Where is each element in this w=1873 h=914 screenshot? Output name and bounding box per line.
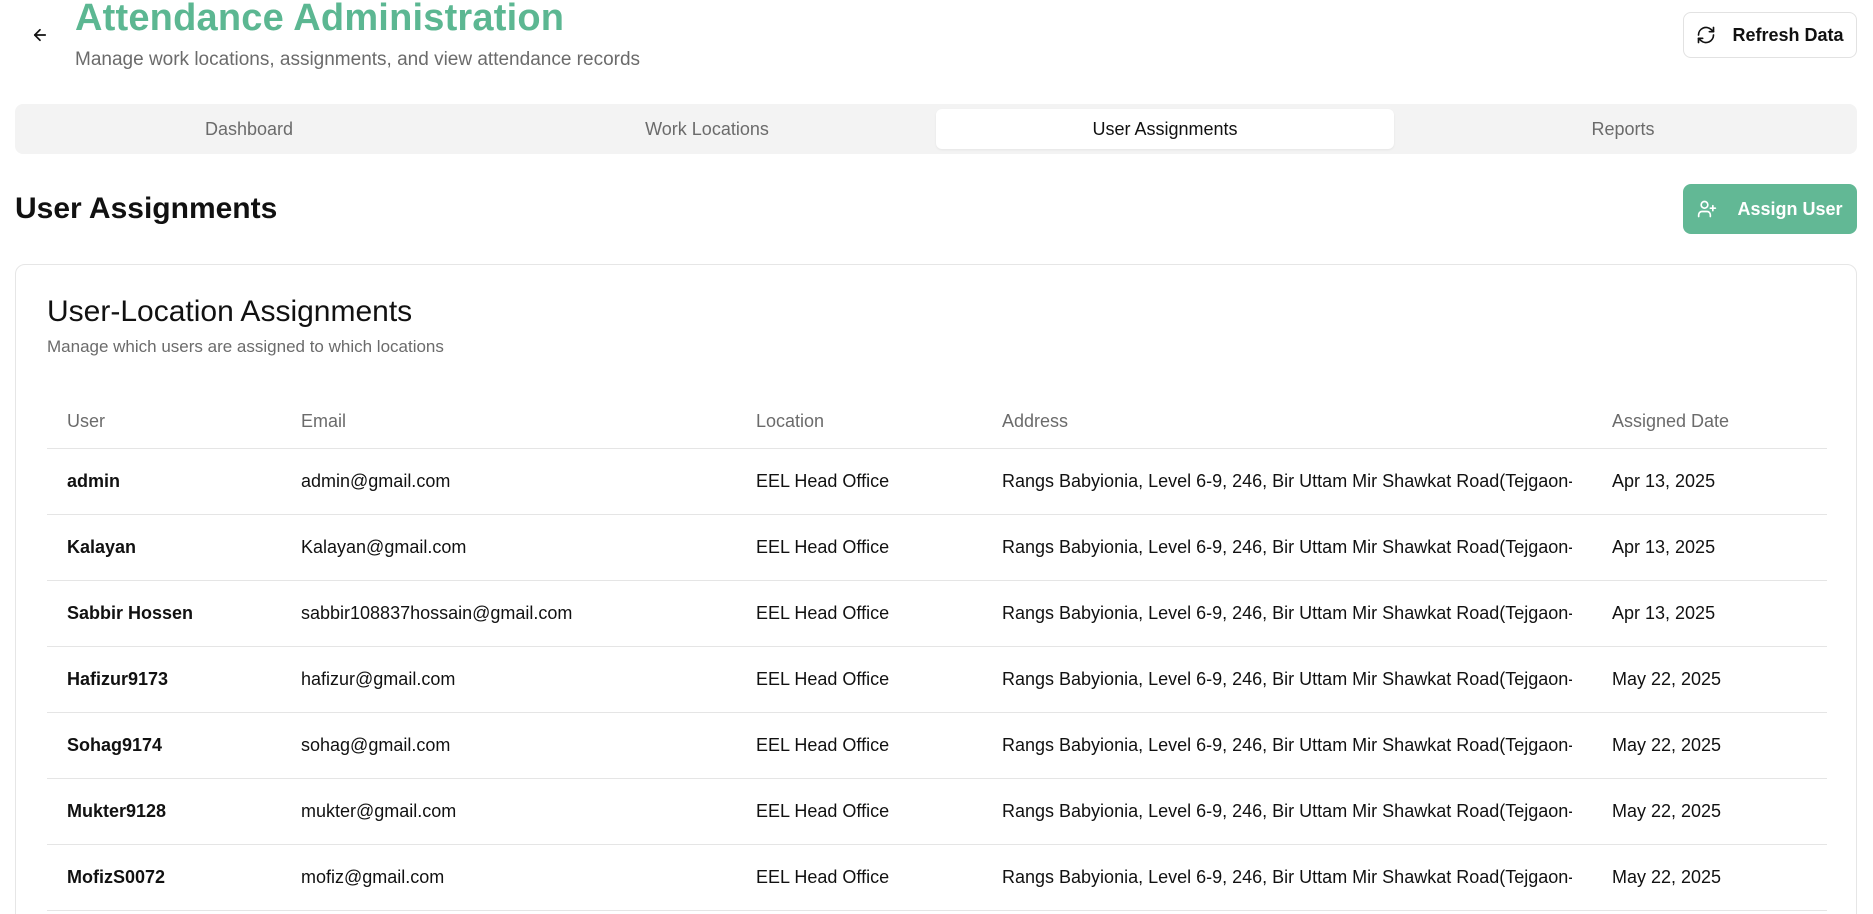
back-button[interactable] <box>25 20 55 50</box>
address-cell: Rangs Babyionia, Level 6-9, 246, Bir Utt… <box>1002 867 1572 887</box>
user-cell: Sohag9174 <box>67 735 163 755</box>
email-cell: mofiz@gmail.com <box>301 867 445 887</box>
table-row[interactable]: Hafizur9173 hafizur@gmail.com EEL Head O… <box>47 647 1827 713</box>
email-cell: sohag@gmail.com <box>301 735 451 755</box>
assigned-date-cell: Apr 13, 2025 <box>1612 537 1716 557</box>
email-cell: Kalayan@gmail.com <box>301 537 467 557</box>
page-subtitle: Manage work locations, assignments, and … <box>75 49 641 70</box>
assigned-date-cell: May 22, 2025 <box>1612 801 1722 821</box>
location-cell: EEL Head Office <box>756 867 890 887</box>
refresh-data-button[interactable]: Refresh Data <box>1683 12 1857 58</box>
user-cell: Mukter9128 <box>67 801 167 821</box>
email-cell: mukter@gmail.com <box>301 801 457 821</box>
user-plus-icon <box>1697 199 1717 219</box>
table-header-row: User Email Location Address Assigned Dat… <box>47 395 1827 449</box>
assigned-date-cell: May 22, 2025 <box>1612 735 1722 755</box>
user-cell: Kalayan <box>67 537 137 557</box>
refresh-data-label: Refresh Data <box>1732 24 1844 45</box>
address-cell: Rangs Babyionia, Level 6-9, 246, Bir Utt… <box>1002 603 1572 623</box>
column-header-address: Address <box>1002 411 1069 431</box>
column-header-user: User <box>67 411 106 431</box>
table-row[interactable]: MofizS0072 mofiz@gmail.com EEL Head Offi… <box>47 845 1827 911</box>
address-cell: Rangs Babyionia, Level 6-9, 246, Bir Utt… <box>1002 801 1572 821</box>
address-cell: Rangs Babyionia, Level 6-9, 246, Bir Utt… <box>1002 735 1572 755</box>
location-cell: EEL Head Office <box>756 735 890 755</box>
location-cell: EEL Head Office <box>756 537 890 557</box>
table-row[interactable]: Sohag9174 sohag@gmail.com EEL Head Offic… <box>47 713 1827 779</box>
tab-reports[interactable]: Reports <box>1394 109 1852 149</box>
email-cell: sabbir108837hossain@gmail.com <box>301 603 573 623</box>
refresh-icon <box>1696 25 1716 45</box>
column-header-assigned-date: Assigned Date <box>1612 411 1730 431</box>
location-cell: EEL Head Office <box>756 801 890 821</box>
tab-bar: Dashboard Work Locations User Assignment… <box>15 104 1857 154</box>
address-cell: Rangs Babyionia, Level 6-9, 246, Bir Utt… <box>1002 471 1572 491</box>
card-subtitle: Manage which users are assigned to which… <box>47 337 444 356</box>
address-cell: Rangs Babyionia, Level 6-9, 246, Bir Utt… <box>1002 669 1572 689</box>
address-cell: Rangs Babyionia, Level 6-9, 246, Bir Utt… <box>1002 537 1572 557</box>
assigned-date-cell: Apr 13, 2025 <box>1612 471 1716 491</box>
column-header-email: Email <box>301 411 347 431</box>
user-cell: admin <box>67 471 121 491</box>
page-title: Attendance Administration <box>75 0 565 39</box>
card-title: User-Location Assignments <box>47 295 413 328</box>
table-row[interactable]: Kalayan Kalayan@gmail.com EEL Head Offic… <box>47 515 1827 581</box>
location-cell: EEL Head Office <box>756 669 890 689</box>
assigned-date-cell: Apr 13, 2025 <box>1612 603 1716 623</box>
assign-user-label: Assign User <box>1737 198 1843 219</box>
column-header-location: Location <box>756 411 825 431</box>
table-row[interactable]: Sabbir Hossen sabbir108837hossain@gmail.… <box>47 581 1827 647</box>
email-cell: admin@gmail.com <box>301 471 451 491</box>
user-cell: Hafizur9173 <box>67 669 169 689</box>
tab-work-locations[interactable]: Work Locations <box>478 109 936 149</box>
assigned-date-cell: May 22, 2025 <box>1612 669 1722 689</box>
assignments-table: User Email Location Address Assigned Dat… <box>47 395 1827 911</box>
section-title: User Assignments <box>15 192 278 225</box>
location-cell: EEL Head Office <box>756 603 890 623</box>
user-cell: Sabbir Hossen <box>67 603 194 623</box>
email-cell: hafizur@gmail.com <box>301 669 456 689</box>
location-cell: EEL Head Office <box>756 471 890 491</box>
user-cell: MofizS0072 <box>67 867 166 887</box>
attendance-admin-page: Attendance Administration Manage work lo… <box>0 0 1873 914</box>
table-row[interactable]: admin admin@gmail.com EEL Head Office Ra… <box>47 449 1827 515</box>
table-row[interactable]: Mukter9128 mukter@gmail.com EEL Head Off… <box>47 779 1827 845</box>
assign-user-button[interactable]: Assign User <box>1683 184 1857 234</box>
tab-user-assignments[interactable]: User Assignments <box>936 109 1394 149</box>
tab-dashboard[interactable]: Dashboard <box>20 109 478 149</box>
assignments-card: User-Location Assignments Manage which u… <box>15 264 1857 914</box>
arrow-left-icon <box>31 26 49 44</box>
assigned-date-cell: May 22, 2025 <box>1612 867 1722 887</box>
